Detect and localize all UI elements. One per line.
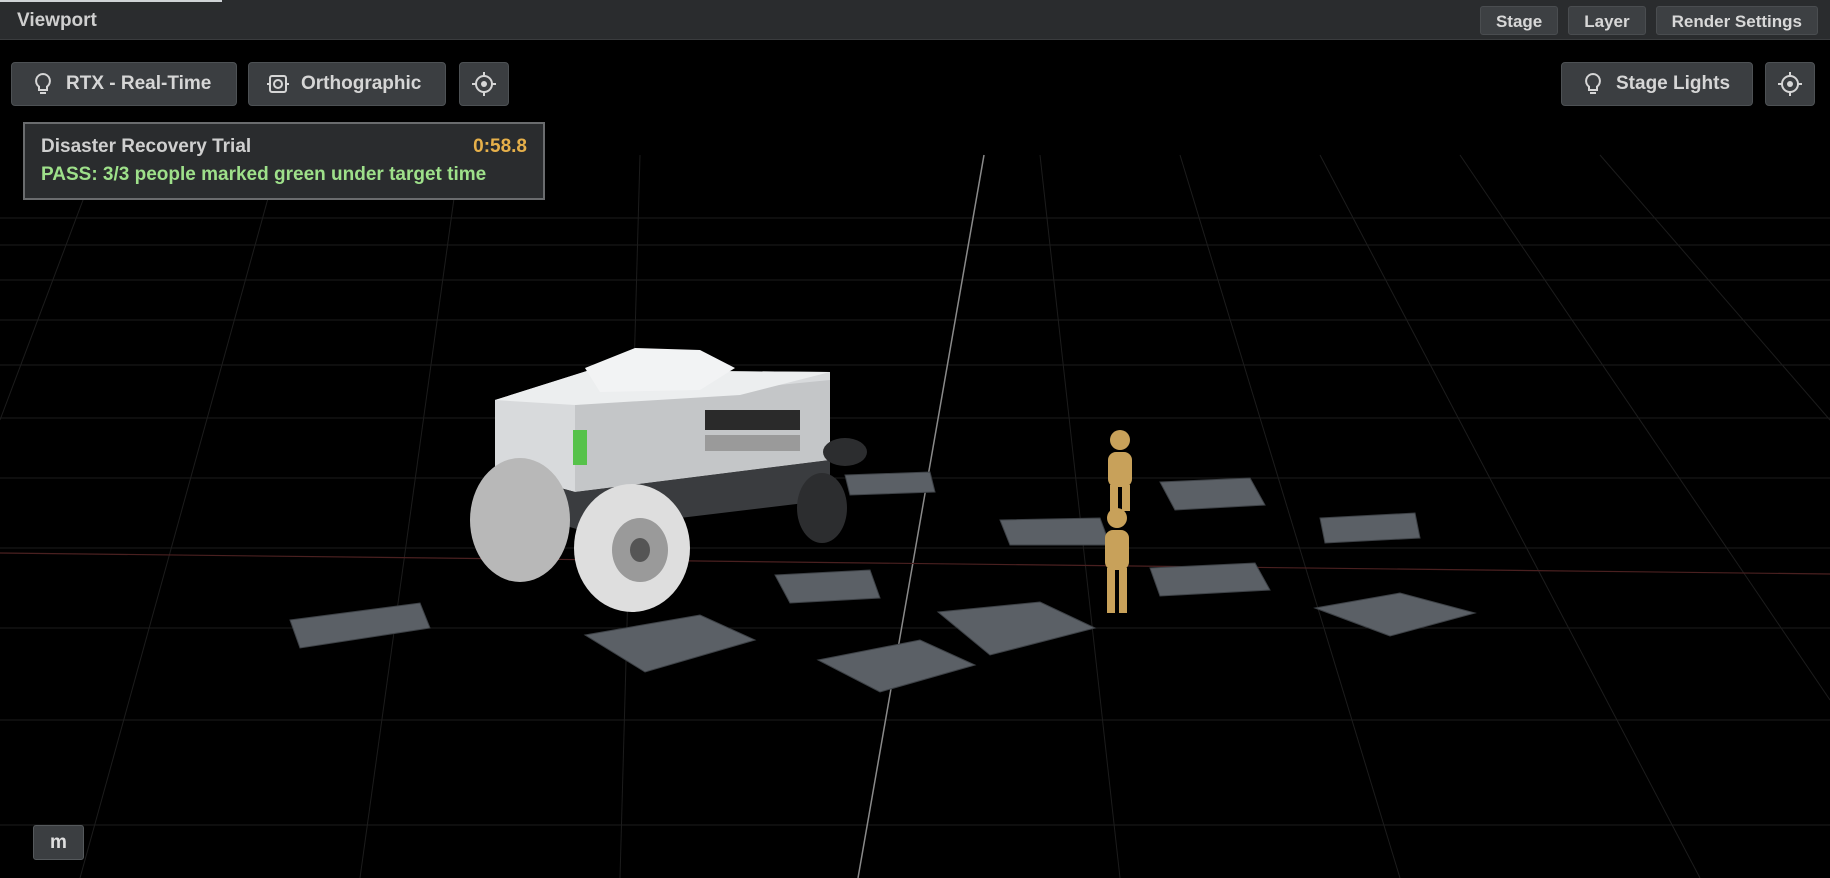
key-hint-badge[interactable]: m — [33, 825, 84, 860]
stage-lights-label: Stage Lights — [1616, 73, 1731, 94]
robot-vehicle — [470, 348, 867, 612]
trial-name: Disaster Recovery Trial — [41, 136, 252, 157]
viewport-title-bar: Viewport Stage Layer Render Settings — [0, 0, 1830, 40]
layer-menu-button[interactable]: Layer — [1568, 6, 1646, 35]
crosshair-icon — [471, 71, 497, 97]
projection-label: Orthographic — [301, 73, 422, 94]
render-mode-label: RTX - Real-Time — [66, 73, 212, 94]
render-mode-button[interactable]: RTX - Real-Time — [11, 62, 237, 106]
rubble-debris — [289, 471, 1477, 693]
x-axis-line — [0, 552, 1830, 575]
camera-target-button[interactable] — [459, 62, 509, 106]
human-figures — [1105, 430, 1132, 613]
trial-status-panel: Disaster Recovery Trial 0:58.8 PASS: 3/3… — [23, 122, 545, 200]
y-axis-line — [857, 154, 985, 878]
lights-target-button[interactable] — [1765, 62, 1815, 106]
viewport-menus: Stage Layer Render Settings — [1479, 6, 1818, 35]
ground-grid — [0, 154, 1830, 878]
active-tab-indicator — [0, 0, 222, 2]
render-settings-menu-button[interactable]: Render Settings — [1655, 6, 1818, 35]
lightbulb-icon — [1580, 71, 1606, 97]
crosshair-icon — [1777, 71, 1803, 97]
trial-status-message: PASS: 3/3 people marked green under targ… — [41, 164, 487, 185]
viewport-title: Viewport — [17, 10, 97, 31]
stage-menu-button[interactable]: Stage — [1479, 6, 1559, 35]
camera-frame-icon — [265, 71, 291, 97]
trial-timer: 0:58.8 — [473, 136, 527, 157]
lightbulb-icon — [30, 71, 56, 97]
projection-button[interactable]: Orthographic — [248, 62, 446, 106]
stage-lights-button[interactable]: Stage Lights — [1561, 62, 1753, 106]
